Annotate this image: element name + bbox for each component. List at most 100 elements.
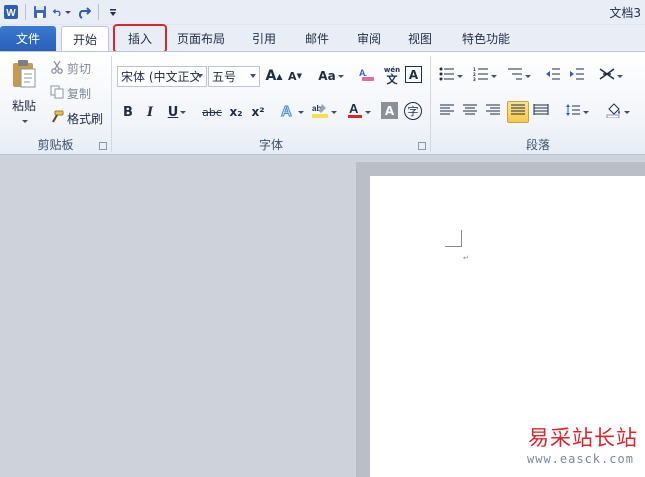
tab-references[interactable]: 引用 [244,26,284,51]
font-size-select[interactable]: 五号 [208,66,260,87]
shading-button[interactable] [604,102,632,122]
format-painter-label: 格式刷 [67,112,104,126]
align-left-icon [439,103,455,121]
change-case-button[interactable]: Aa [316,66,346,86]
clipboard-group: 粘贴 剪切 复制 格式刷 剪贴板 [0,52,111,155]
phonetic-guide-button[interactable]: wén 文 [380,66,404,86]
cut-button[interactable]: 剪切 [50,60,91,77]
svg-text:3: 3 [473,77,476,81]
clipboard-dialog-launcher[interactable] [99,142,107,150]
align-right-button[interactable] [483,102,503,122]
grow-font-icon: A [265,68,277,84]
superscript-icon: x² [251,105,265,119]
font-name-select[interactable]: 宋体 (中文正文 [117,66,207,87]
tab-special-features[interactable]: 特色功能 [456,26,516,51]
character-border-button[interactable]: A [405,66,422,83]
phonetic-guide-icon: 文 [386,73,398,86]
tab-review[interactable]: 审阅 [349,26,389,51]
redo-icon[interactable] [75,3,93,21]
numbering-button[interactable]: 123 [471,66,499,86]
ribbon-tabs: 文件 开始 插入 页面布局 引用 邮件 审阅 视图 特色功能 [0,24,645,53]
tab-insert[interactable]: 插入 [113,24,167,53]
subscript-button[interactable]: x₂ [226,102,246,122]
chinese-layout-icon [599,67,615,85]
character-shading-button[interactable]: A [381,102,398,119]
tab-view[interactable]: 视图 [400,26,440,51]
numbering-icon: 123 [473,67,489,85]
text-effects-icon: A [280,102,296,122]
svg-text:W: W [6,8,16,19]
svg-text:A: A [349,101,359,116]
shrink-font-button[interactable]: A ▼ [285,66,305,86]
distributed-button[interactable] [531,102,551,122]
increase-indent-icon [569,67,585,85]
italic-icon: I [146,104,154,120]
character-border-icon: A [408,67,419,82]
save-icon[interactable] [31,3,49,21]
title-bar: W 文档3 [0,0,645,25]
enclose-characters-button[interactable]: 字 [404,102,422,120]
decrease-indent-button[interactable] [543,66,563,86]
multilevel-list-button[interactable] [505,66,533,86]
qat-separator [98,4,99,20]
tab-home[interactable]: 开始 [61,26,109,52]
distributed-icon [533,103,549,121]
bullets-button[interactable] [437,66,465,86]
paragraph-group-label: 段落 [525,138,550,152]
watermark-url: www.easck.com [527,452,634,466]
font-group-label: 字体 [258,138,283,152]
strikethrough-icon: abc [202,105,222,119]
paste-button[interactable]: 粘贴 [6,58,42,123]
copy-button[interactable]: 复制 [50,85,91,102]
clipboard-group-label: 剪贴板 [37,138,74,152]
font-color-icon: A [347,101,363,123]
chinese-layout-button[interactable] [597,66,625,86]
font-group: 宋体 (中文正文 五号 A ▲ A ▼ Aa A. wén 文 A B I U ab… [112,52,430,155]
svg-text:A: A [281,103,292,118]
font-size-value: 五号 [212,70,237,84]
text-effects-button[interactable]: A [278,102,306,122]
document-title: 文档3 [609,6,641,20]
justify-button[interactable] [507,101,529,123]
align-center-button[interactable] [460,102,480,122]
paste-icon [10,58,38,93]
strikethrough-button[interactable]: abc [200,102,224,122]
word-logo-icon[interactable]: W [2,3,20,21]
shrink-font-icon: A [288,69,297,83]
tab-file[interactable]: 文件 [0,26,56,51]
increase-indent-button[interactable] [567,66,587,86]
multilevel-list-icon [507,67,523,85]
paragraph-mark: ↵ [463,254,469,262]
tab-page-layout[interactable]: 页面布局 [172,26,230,51]
italic-button[interactable]: I [140,102,160,122]
copy-icon [50,85,64,102]
align-right-icon [485,103,501,121]
bullets-icon [439,67,455,85]
justify-icon [510,103,526,121]
paste-dropdown-arrow[interactable] [22,120,28,123]
qat-separator [25,4,26,20]
tab-mailings[interactable]: 邮件 [297,26,337,51]
customize-icon[interactable] [104,3,122,21]
highlight-color-button[interactable]: ab [309,102,339,122]
font-color-button[interactable]: A [345,101,373,123]
bold-button[interactable]: B [118,102,138,122]
font-dialog-launcher[interactable] [418,142,426,150]
format-painter-button[interactable]: 格式刷 [50,110,103,127]
decrease-indent-icon [545,67,561,85]
grow-font-button[interactable]: A ▲ [264,66,284,86]
format-painter-icon [50,110,64,127]
align-left-button[interactable] [437,102,457,122]
enclose-characters-icon: 字 [407,105,419,118]
subscript-icon: x₂ [229,105,243,119]
watermark-logo-text: 易采站长站 [528,426,638,450]
copy-label: 复制 [67,87,92,101]
clear-formatting-button[interactable]: A. [357,66,377,86]
underline-button[interactable]: U [162,102,192,122]
undo-icon[interactable] [53,3,71,21]
clear-formatting-icon: A. [358,65,376,87]
line-spacing-button[interactable] [563,102,591,122]
change-case-icon: Aa [318,69,336,83]
underline-icon: U [167,104,179,120]
superscript-button[interactable]: x² [248,102,268,122]
